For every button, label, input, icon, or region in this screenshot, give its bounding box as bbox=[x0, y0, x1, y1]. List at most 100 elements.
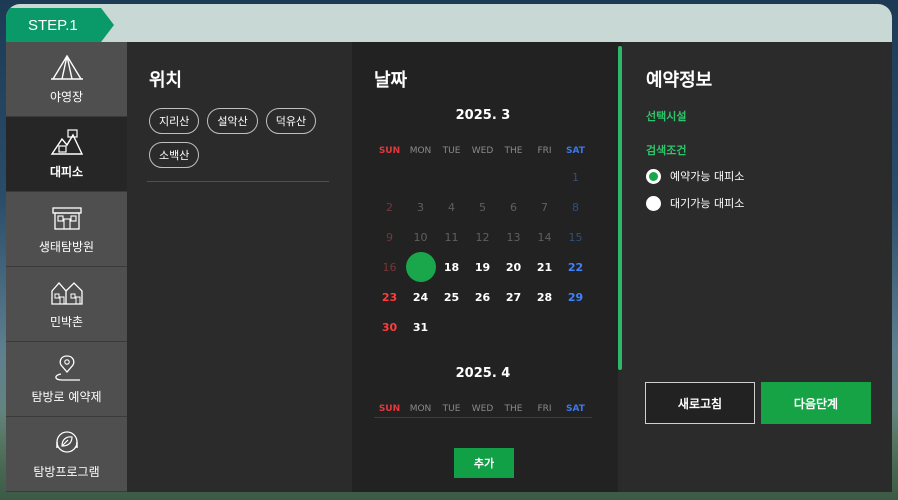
calendar-day-empty bbox=[467, 312, 498, 342]
calendar-day[interactable]: 29 bbox=[560, 282, 591, 312]
calendar-day-empty bbox=[560, 312, 591, 342]
reservation-panel: STEP.1 야영장 대피소 생태탐방원 민박촌 탐방로 예약제 탐방프로그램 … bbox=[6, 4, 892, 492]
calendar-day[interactable]: 20 bbox=[498, 252, 529, 282]
village-icon bbox=[50, 281, 83, 305]
search-condition-label: 검색조건 bbox=[646, 144, 687, 157]
calendar-day-empty bbox=[436, 162, 467, 192]
calendar-day[interactable]: 3 bbox=[405, 192, 436, 222]
sidebar-item-eco-center[interactable]: 생태탐방원 bbox=[6, 192, 127, 267]
refresh-button[interactable]: 새로고침 bbox=[645, 382, 755, 424]
weekday-label: SAT bbox=[566, 146, 585, 156]
calendar-day[interactable]: 12 bbox=[467, 222, 498, 252]
sidebar-item-label: 대피소 bbox=[49, 164, 84, 179]
calendar-day-empty bbox=[374, 162, 405, 192]
calendar-day[interactable]: 21 bbox=[529, 252, 560, 282]
weekday-label: SAT bbox=[566, 404, 585, 414]
calendar-day[interactable]: 14 bbox=[529, 222, 560, 252]
location-chip[interactable]: 덕유산 bbox=[265, 108, 317, 134]
calendar-day-empty bbox=[436, 312, 467, 342]
program-leaf-icon bbox=[55, 430, 78, 453]
location-section: 위치 지리산 설악산 덕유산 소백산 bbox=[127, 42, 352, 492]
calendar-day[interactable]: 31 bbox=[405, 312, 436, 342]
eco-center-icon bbox=[51, 206, 82, 230]
add-button[interactable]: 추가 bbox=[454, 448, 514, 478]
calendar-day[interactable]: 11 bbox=[436, 222, 467, 252]
calendar-day-empty bbox=[498, 312, 529, 342]
divider bbox=[374, 417, 592, 418]
calendar-day-empty bbox=[529, 312, 560, 342]
calendar-day[interactable]: 16 bbox=[374, 252, 405, 282]
sidebar-item-label: 야영장 bbox=[49, 89, 84, 104]
calendar-day[interactable]: 7 bbox=[529, 192, 560, 222]
calendar-day[interactable]: 8 bbox=[560, 192, 591, 222]
facility-sidebar: 야영장 대피소 생태탐방원 민박촌 탐방로 예약제 탐방프로그램 bbox=[6, 42, 127, 492]
calendar-day[interactable]: 18 bbox=[436, 252, 467, 282]
calendar-day[interactable]: 25 bbox=[436, 282, 467, 312]
step-bar: STEP.1 bbox=[6, 4, 892, 42]
weekday-label: MON bbox=[409, 146, 432, 156]
date-section: 날짜 2025. 3 SUN MON TUE WED THE FRI SAT 1234567… bbox=[352, 42, 622, 492]
sidebar-item-label: 탐방로 예약제 bbox=[31, 389, 102, 404]
reservation-info-section: 예약정보 선택시설 검색조건 예약가능 대피소 대기가능 대피소 새로고침 다음… bbox=[622, 42, 892, 492]
sidebar-item-label: 민박촌 bbox=[49, 314, 84, 329]
calendar-day[interactable]: 30 bbox=[374, 312, 405, 342]
calendar-day[interactable]: 9 bbox=[374, 222, 405, 252]
calendar-day-empty bbox=[405, 162, 436, 192]
sidebar-item-label: 탐방프로그램 bbox=[33, 464, 100, 479]
month-title: 2025. 3 bbox=[455, 108, 511, 123]
selected-facility-label: 선택시설 bbox=[646, 110, 687, 123]
weekday-header: SUN MON TUE WED THE FRI SAT bbox=[374, 146, 592, 156]
calendar-day[interactable]: 1 bbox=[560, 162, 591, 192]
weekday-label: FRI bbox=[537, 404, 552, 414]
calendar-day[interactable]: 4 bbox=[436, 192, 467, 222]
date-title: 날짜 bbox=[374, 70, 408, 91]
option-waitlist-shelter[interactable]: 대기가능 대피소 bbox=[646, 195, 744, 211]
weekday-label: WED bbox=[471, 404, 494, 414]
calendar-day[interactable]: 28 bbox=[529, 282, 560, 312]
calendar-grid: 1 2 3 4 5 6 7 8 9 10 11 12 13 14 15 16 17 18 19 20 21 22 23 24 2… bbox=[374, 162, 592, 342]
calendar-day[interactable]: 19 bbox=[467, 252, 498, 282]
weekday-label: WED bbox=[471, 146, 494, 156]
location-chips: 지리산 설악산 덕유산 소백산 bbox=[149, 108, 339, 168]
sidebar-item-shelter[interactable]: 대피소 bbox=[6, 117, 127, 192]
option-label: 예약가능 대피소 bbox=[670, 170, 745, 183]
mountain-shelter-icon bbox=[50, 128, 83, 155]
calendar-day[interactable]: 27 bbox=[498, 282, 529, 312]
option-label: 대기가능 대피소 bbox=[670, 197, 745, 210]
next-step-button[interactable]: 다음단계 bbox=[761, 382, 871, 424]
month-title: 2025. 4 bbox=[455, 366, 511, 381]
calendar-day[interactable]: 13 bbox=[498, 222, 529, 252]
sidebar-item-campground[interactable]: 야영장 bbox=[6, 42, 127, 117]
location-chip[interactable]: 지리산 bbox=[149, 108, 200, 134]
option-available-shelter[interactable]: 예약가능 대피소 bbox=[646, 168, 744, 184]
calendar-day[interactable]: 15 bbox=[560, 222, 591, 252]
calendar-day[interactable]: 23 bbox=[374, 282, 405, 312]
weekday-label: SUN bbox=[378, 146, 401, 156]
calendar-day[interactable]: 26 bbox=[467, 282, 498, 312]
calendar-day-today[interactable]: 17 bbox=[405, 252, 436, 282]
calendar-day-empty bbox=[529, 162, 560, 192]
radio-checked-icon[interactable] bbox=[646, 168, 661, 184]
weekday-label: TUE bbox=[442, 146, 461, 156]
sidebar-item-trail-reservation[interactable]: 탐방로 예약제 bbox=[6, 342, 127, 417]
sidebar-item-village[interactable]: 민박촌 bbox=[6, 267, 127, 342]
calendar-day[interactable]: 22 bbox=[560, 252, 591, 282]
calendar-day-empty bbox=[467, 162, 498, 192]
step-badge: STEP.1 bbox=[6, 8, 114, 42]
calendar-day[interactable]: 10 bbox=[405, 222, 436, 252]
sidebar-item-program[interactable]: 탐방프로그램 bbox=[6, 417, 127, 492]
location-chip[interactable]: 소백산 bbox=[149, 142, 200, 168]
weekday-label: THE bbox=[504, 404, 523, 414]
calendar-day[interactable]: 24 bbox=[405, 282, 436, 312]
location-chip[interactable]: 설악산 bbox=[207, 108, 258, 134]
reservation-info-title: 예약정보 bbox=[646, 70, 713, 91]
calendar-day[interactable]: 6 bbox=[498, 192, 529, 222]
weekday-label: THE bbox=[504, 146, 523, 156]
calendar-day-empty bbox=[498, 162, 529, 192]
weekday-label: TUE bbox=[442, 404, 461, 414]
weekday-label: MON bbox=[409, 404, 432, 414]
radio-unchecked-icon[interactable] bbox=[646, 195, 661, 211]
calendar-day[interactable]: 5 bbox=[467, 192, 498, 222]
trail-pin-icon bbox=[54, 354, 80, 381]
calendar-day[interactable]: 2 bbox=[374, 192, 405, 222]
